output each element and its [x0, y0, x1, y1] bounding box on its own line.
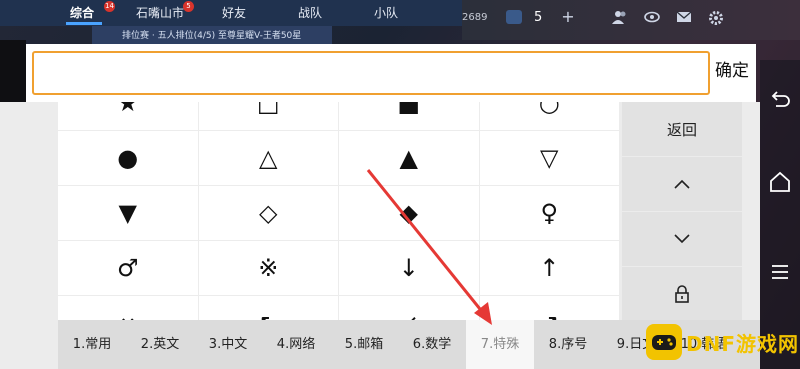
hud-card-icon[interactable] — [506, 10, 522, 24]
symbol-key-reference-mark[interactable]: ※ — [198, 241, 338, 295]
gamepad-logo-icon — [646, 324, 682, 360]
tab-special[interactable]: 7.特殊 — [466, 320, 534, 369]
symbol-row: ♂ ※ ↓ ↑ — [58, 241, 620, 296]
watermark-text: DNF游戏网 — [686, 331, 800, 356]
nav-menu-icon[interactable] — [768, 260, 792, 284]
mail-icon[interactable] — [676, 10, 692, 24]
symbol-key-black-down-triangle[interactable]: ▼ — [58, 186, 198, 240]
symbol-key-black-diamond[interactable]: ◆ — [339, 186, 479, 240]
symbol-key-female-sign[interactable]: ♀ — [479, 186, 619, 240]
symbol-key-black-star[interactable]: ★ — [58, 102, 198, 130]
game-match-banner: 排位赛 · 五人排位(4/5) 至尊星耀V-王者50星 — [92, 26, 332, 46]
symbol-key-white-circle[interactable]: ○ — [479, 102, 619, 130]
lock-icon — [675, 285, 689, 303]
back-button[interactable]: 返回 — [622, 102, 742, 156]
symbol-key-male-sign[interactable]: ♂ — [58, 241, 198, 295]
tab-math[interactable]: 6.数学 — [398, 320, 466, 369]
game-tab-city[interactable]: 石嘴山市 — [136, 4, 184, 21]
nav-back-icon[interactable] — [768, 88, 792, 112]
symbol-row: ★ □ ■ ○ — [58, 102, 620, 131]
confirm-button[interactable]: 确定 — [711, 57, 753, 85]
symbol-key-white-diamond[interactable]: ◇ — [198, 186, 338, 240]
symbol-key-up-arrow[interactable]: ↑ — [479, 241, 619, 295]
scroll-up-button[interactable] — [622, 157, 742, 211]
game-tab-squad[interactable]: 小队 — [374, 4, 398, 21]
chevron-down-icon — [674, 234, 690, 244]
game-hud: 2689 5 + — [462, 0, 800, 40]
symbol-row: ● △ ▲ ▽ — [58, 131, 620, 186]
game-tab-team[interactable]: 战队 — [298, 4, 322, 21]
symbol-row: ▼ ◇ ◆ ♀ — [58, 186, 620, 241]
symbol-key-white-down-triangle[interactable]: ▽ — [479, 131, 619, 185]
symbol-key-black-square[interactable]: ■ — [339, 102, 479, 130]
hud-count: 5 — [534, 10, 543, 25]
tab-email[interactable]: 5.邮箱 — [330, 320, 398, 369]
lock-button[interactable] — [622, 267, 742, 321]
plus-icon[interactable]: + — [560, 9, 576, 25]
symbol-grid: ★ □ ■ ○ ● △ ▲ ▽ ▼ ◇ ◆ ♀ ♂ ※ ↓ ↑ ↔ ↖ ↙ ↗ — [58, 102, 620, 351]
nav-home-icon[interactable] — [768, 170, 792, 194]
game-tab-friends[interactable]: 好友 — [222, 4, 246, 21]
hud-score: 2689 — [462, 12, 488, 23]
gear-icon[interactable] — [708, 10, 724, 25]
watermark: DNF游戏网 — [646, 323, 800, 361]
tab-network[interactable]: 4.网络 — [262, 320, 330, 369]
keyboard-side-panel: 返回 — [622, 102, 742, 321]
symbol-key-white-square[interactable]: □ — [198, 102, 338, 130]
tab-english[interactable]: 2.英文 — [126, 320, 194, 369]
eye-icon[interactable] — [644, 10, 660, 24]
tab-common[interactable]: 1.常用 — [58, 320, 126, 369]
game-left-edge — [0, 40, 26, 104]
scroll-down-button[interactable] — [622, 212, 742, 266]
symbol-key-white-up-triangle[interactable]: △ — [198, 131, 338, 185]
game-tab-general[interactable]: 综合 — [70, 4, 94, 21]
game-tab-underline — [66, 22, 102, 25]
symbol-key-black-circle[interactable]: ● — [58, 131, 198, 185]
game-tab-city-badge: 5 — [183, 1, 194, 12]
text-input[interactable] — [32, 51, 710, 95]
friends-icon[interactable] — [612, 10, 628, 24]
symbol-key-down-arrow[interactable]: ↓ — [339, 241, 479, 295]
symbol-key-black-up-triangle[interactable]: ▲ — [339, 131, 479, 185]
chevron-up-icon — [674, 179, 690, 189]
back-button-label: 返回 — [666, 120, 697, 139]
game-chat-tabs: 综合 14 石嘴山市 5 好友 战队 小队 — [0, 0, 462, 26]
tab-chinese[interactable]: 3.中文 — [194, 320, 262, 369]
game-tab-general-badge: 14 — [104, 1, 115, 12]
tab-ordinal[interactable]: 8.序号 — [534, 320, 602, 369]
